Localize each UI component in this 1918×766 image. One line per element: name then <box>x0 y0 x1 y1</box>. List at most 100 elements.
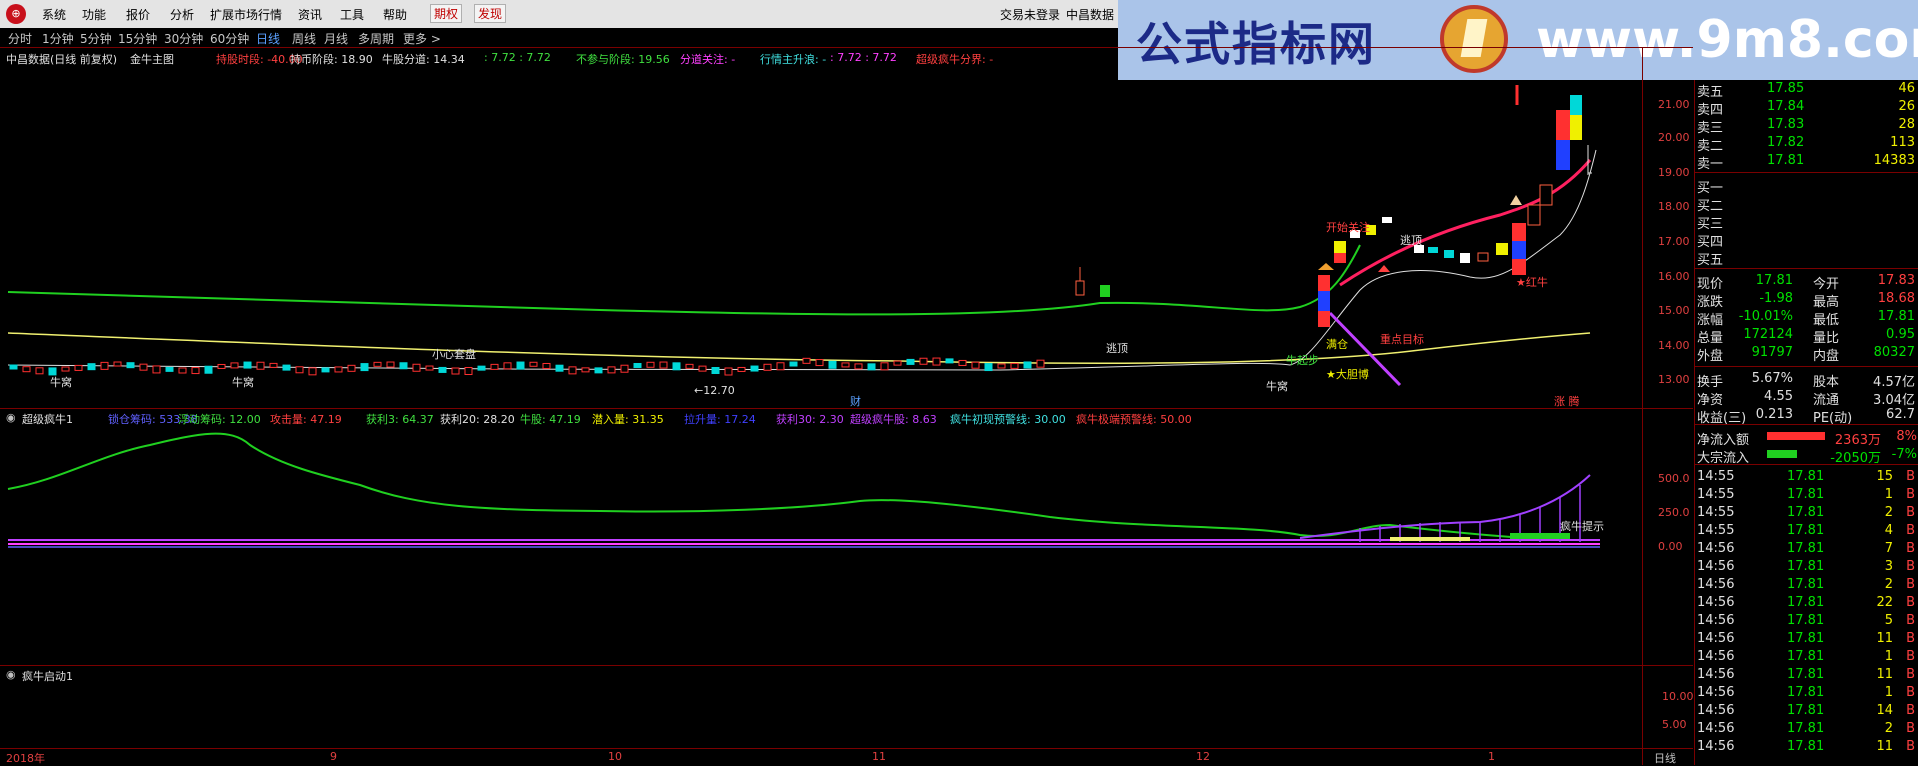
candle <box>100 361 109 370</box>
login-status[interactable]: 交易未登录 <box>1000 6 1060 23</box>
candle <box>568 366 577 375</box>
app-logo-icon[interactable]: ⊕ <box>6 4 26 24</box>
candle <box>1075 280 1085 296</box>
annotation-label: 财 <box>850 395 861 408</box>
period-60min[interactable]: 60分钟 <box>210 30 249 47</box>
fund-row[interactable]: 净资 4.55 流通 3.04亿 <box>1695 388 1918 408</box>
candle <box>1334 253 1346 263</box>
tick-row[interactable]: 14:56 17.81 11 B <box>1695 666 1918 684</box>
period-more[interactable]: 更多 > <box>403 30 441 47</box>
candle <box>1477 252 1489 262</box>
ma-white-line <box>7 149 1597 371</box>
tick-row[interactable]: 14:56 17.81 11 B <box>1695 630 1918 648</box>
tick-side: B <box>1906 631 1915 646</box>
collapse-icon[interactable]: ◉ <box>6 411 16 424</box>
period-monthly[interactable]: 月线 <box>324 30 348 47</box>
tick-time: 14:56 <box>1697 595 1735 610</box>
tick-row[interactable]: 14:56 17.81 22 B <box>1695 594 1918 612</box>
menu-options[interactable]: 期权 <box>430 4 463 23</box>
tick-volume: 3 <box>1884 559 1893 574</box>
axis-mode[interactable]: 日线 <box>1654 750 1676 766</box>
candle <box>113 361 122 367</box>
stat-label: 外盘 <box>1697 349 1724 364</box>
period-15min[interactable]: 15分钟 <box>118 30 157 47</box>
menu-quote[interactable]: 报价 <box>126 6 150 23</box>
menu-extended-market[interactable]: 扩展市场行情 <box>210 6 282 23</box>
tick-row[interactable]: 14:55 17.81 4 B <box>1695 522 1918 540</box>
tick-volume: 7 <box>1884 541 1893 556</box>
level-price: 17.83 <box>1767 117 1805 132</box>
sell-level-row[interactable]: 卖三 17.83 28 <box>1695 116 1918 136</box>
tick-row[interactable]: 14:56 17.81 11 B <box>1695 738 1918 756</box>
tick-row[interactable]: 14:56 17.81 2 B <box>1695 576 1918 594</box>
menu-tools[interactable]: 工具 <box>340 6 364 23</box>
flow-bar <box>1767 432 1825 440</box>
tick-row[interactable]: 14:56 17.81 14 B <box>1695 702 1918 720</box>
buy-level-row[interactable]: 买一 <box>1695 176 1918 196</box>
tick-row[interactable]: 14:56 17.81 1 B <box>1695 648 1918 666</box>
candle <box>997 363 1006 369</box>
tick-row[interactable]: 14:56 17.81 2 B <box>1695 720 1918 738</box>
annotation-label: 满仓 <box>1326 338 1348 351</box>
tick-row[interactable]: 14:55 17.81 2 B <box>1695 504 1918 522</box>
candle <box>633 362 642 368</box>
period-intraday[interactable]: 分时 <box>8 30 32 47</box>
buy-level-row[interactable]: 买五 <box>1695 248 1918 268</box>
stat-value: -1.98 <box>1759 291 1793 306</box>
sell-level-row[interactable]: 卖四 17.84 26 <box>1695 98 1918 118</box>
menu-analysis[interactable]: 分析 <box>170 6 194 23</box>
menu-discover[interactable]: 发现 <box>474 4 507 23</box>
annotation-label: ★红牛 <box>1516 276 1548 289</box>
stat-row[interactable]: 涨跌 -1.98 最高 18.68 <box>1695 290 1918 310</box>
tick-row[interactable]: 14:56 17.81 1 B <box>1695 684 1918 702</box>
fund-row[interactable]: 换手 5.67% 股本 4.57亿 <box>1695 370 1918 390</box>
stat-row[interactable]: 外盘 91797 内盘 80327 <box>1695 344 1918 364</box>
main-price-chart[interactable] <box>0 65 1642 408</box>
period-1min[interactable]: 1分钟 <box>42 30 74 47</box>
menu-help[interactable]: 帮助 <box>383 6 407 23</box>
sell-level-row[interactable]: 卖二 17.82 113 <box>1695 134 1918 154</box>
collapse-icon[interactable]: ◉ <box>6 668 16 681</box>
flow-row[interactable]: 大宗流入 -2050万 -7% <box>1695 446 1918 466</box>
candle <box>750 365 759 372</box>
stat-row[interactable]: 现价 17.81 今开 17.83 <box>1695 272 1918 292</box>
buy-level-row[interactable]: 买三 <box>1695 212 1918 232</box>
y-tick: 19.00 <box>1658 166 1690 179</box>
menu-news[interactable]: 资讯 <box>298 6 322 23</box>
candle <box>360 363 369 372</box>
stat-row[interactable]: 涨幅 -10.01% 最低 17.81 <box>1695 308 1918 328</box>
legend-item: : 7.72 : 7.72 <box>484 51 551 64</box>
candle <box>256 361 265 370</box>
marker-gem-icon <box>1378 265 1390 272</box>
tick-row[interactable]: 14:56 17.81 5 B <box>1695 612 1918 630</box>
sell-level-row[interactable]: 卖五 17.85 46 <box>1695 80 1918 100</box>
period-5min[interactable]: 5分钟 <box>80 30 112 47</box>
candle <box>1334 241 1346 253</box>
annotation-label: 牛窝 <box>1266 380 1288 393</box>
stat-row[interactable]: 总量 172124 量比 0.95 <box>1695 326 1918 346</box>
sell-level-row[interactable]: 卖一 17.81 14383 <box>1695 152 1918 172</box>
candle <box>204 365 213 374</box>
period-30min[interactable]: 30分钟 <box>164 30 203 47</box>
fund-value: 62.7 <box>1886 407 1915 422</box>
tick-row[interactable]: 14:56 17.81 7 B <box>1695 540 1918 558</box>
sub2-indicator-name[interactable]: 疯牛启动1 <box>22 668 73 684</box>
candle <box>178 367 187 374</box>
menu-function[interactable]: 功能 <box>82 6 106 23</box>
fund-row[interactable]: 收益(三) 0.213 PE(动) 62.7 <box>1695 406 1918 426</box>
tick-time: 14:56 <box>1697 613 1735 628</box>
candle <box>581 367 590 373</box>
tick-time: 14:56 <box>1697 721 1735 736</box>
tick-row[interactable]: 14:55 17.81 1 B <box>1695 486 1918 504</box>
tick-row[interactable]: 14:55 17.81 15 B <box>1695 468 1918 486</box>
candle <box>373 361 382 367</box>
period-weekly[interactable]: 周线 <box>292 30 316 47</box>
candle <box>620 364 629 373</box>
menu-system[interactable]: 系统 <box>42 6 66 23</box>
period-multi[interactable]: 多周期 <box>358 30 394 47</box>
period-daily[interactable]: 日线 <box>256 30 280 47</box>
buy-level-row[interactable]: 买二 <box>1695 194 1918 214</box>
buy-level-row[interactable]: 买四 <box>1695 230 1918 250</box>
tick-row[interactable]: 14:56 17.81 3 B <box>1695 558 1918 576</box>
sub1-chart[interactable] <box>0 425 1642 665</box>
